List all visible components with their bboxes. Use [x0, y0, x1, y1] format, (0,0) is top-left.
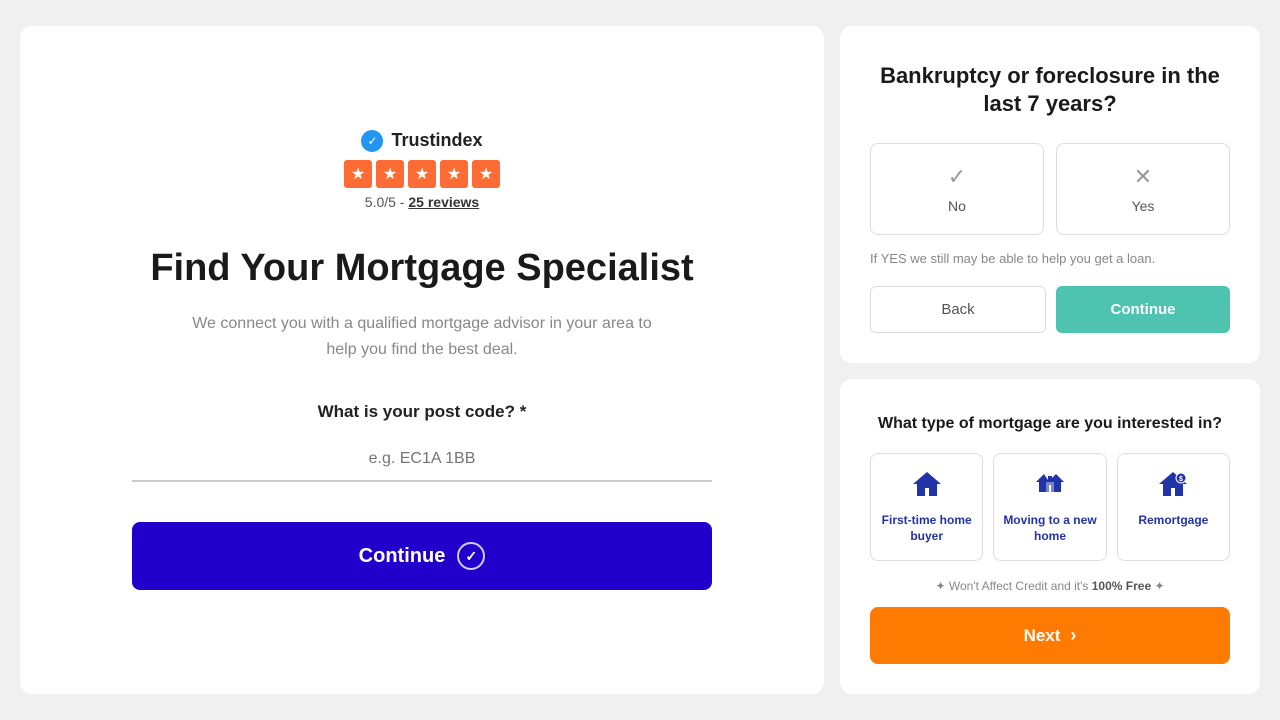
first-time-buyer-icon [911, 470, 943, 505]
moving-home-icon [1034, 470, 1066, 505]
star-4: ★ [440, 160, 468, 188]
mortgage-options-row: First-time home buyer Moving to a new ho… [870, 453, 1230, 561]
reviews-link[interactable]: 25 reviews [408, 194, 479, 210]
bankruptcy-card: Bankruptcy or foreclosure in the last 7 … [840, 26, 1260, 363]
star-3: ★ [408, 160, 436, 188]
remortgage-label: Remortgage [1138, 513, 1208, 529]
stars-row: ★ ★ ★ ★ ★ [344, 160, 500, 188]
no-option[interactable]: ✓ No [870, 143, 1044, 235]
star-2: ★ [376, 160, 404, 188]
yes-icon: ✕ [1134, 164, 1152, 190]
mortgage-card-title: What type of mortgage are you interested… [870, 415, 1230, 433]
next-arrow-icon: › [1070, 625, 1076, 646]
back-continue-row: Back Continue [870, 286, 1230, 333]
trustindex-check-icon: ✓ [361, 130, 383, 152]
trustindex-header: ✓ Trustindex [361, 130, 482, 152]
no-icon: ✓ [948, 164, 966, 190]
first-time-buyer-option[interactable]: First-time home buyer [870, 453, 983, 561]
yes-no-row: ✓ No ✕ Yes [870, 143, 1230, 235]
bankruptcy-continue-button[interactable]: Continue [1056, 286, 1230, 333]
back-button[interactable]: Back [870, 286, 1046, 333]
moving-home-label: Moving to a new home [1002, 513, 1097, 544]
no-label: No [948, 198, 966, 214]
postcode-input[interactable] [132, 438, 712, 482]
svg-text:$: $ [1179, 476, 1183, 483]
mortgage-card: What type of mortgage are you interested… [840, 379, 1260, 694]
continue-button[interactable]: Continue ✓ [132, 522, 712, 590]
trustindex-name: Trustindex [391, 130, 482, 151]
remortgage-option[interactable]: $ Remortgage [1117, 453, 1230, 561]
first-time-buyer-label: First-time home buyer [879, 513, 974, 544]
right-panel: Bankruptcy or foreclosure in the last 7 … [840, 26, 1260, 694]
left-panel: ✓ Trustindex ★ ★ ★ ★ ★ 5.0/5 - 25 review… [20, 26, 824, 694]
continue-label: Continue [359, 545, 446, 568]
next-label: Next [1024, 626, 1061, 646]
star-1: ★ [344, 160, 372, 188]
star-5: ★ [472, 160, 500, 188]
bankruptcy-hint: If YES we still may be able to help you … [870, 251, 1230, 266]
page-wrapper: ✓ Trustindex ★ ★ ★ ★ ★ 5.0/5 - 25 review… [20, 26, 1260, 694]
yes-option[interactable]: ✕ Yes [1056, 143, 1230, 235]
main-title: Find Your Mortgage Specialist [150, 246, 693, 292]
review-text: 5.0/5 - 25 reviews [365, 194, 479, 210]
free-credit-text: ✦ Won't Affect Credit and it's 100% Free… [870, 579, 1230, 593]
moving-home-option[interactable]: Moving to a new home [993, 453, 1106, 561]
remortgage-icon: $ [1157, 470, 1189, 505]
yes-label: Yes [1132, 198, 1155, 214]
postcode-input-wrapper [132, 438, 712, 482]
postcode-label: What is your post code? * [318, 402, 527, 422]
sub-text: We connect you with a qualified mortgage… [182, 311, 662, 362]
continue-check-icon: ✓ [457, 542, 485, 570]
next-button[interactable]: Next › [870, 607, 1230, 664]
bankruptcy-title: Bankruptcy or foreclosure in the last 7 … [870, 62, 1230, 119]
